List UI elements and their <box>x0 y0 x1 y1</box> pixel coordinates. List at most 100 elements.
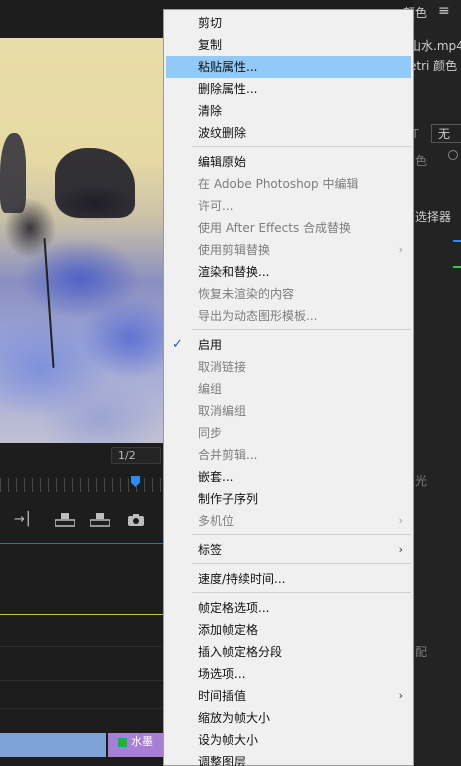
video-tree <box>43 238 55 368</box>
menu-item-label: 许可... <box>198 199 234 213</box>
timeline-top-divider <box>0 543 163 544</box>
menu-item-label: 编组 <box>198 382 223 396</box>
radio-icon[interactable] <box>448 150 458 160</box>
lift-icon[interactable] <box>55 513 75 527</box>
track-divider <box>0 646 163 647</box>
menu-item-label: 清除 <box>198 104 223 118</box>
timeline-clip-selected[interactable]: 水墨 <box>108 733 163 757</box>
menu-item-label: 导出为动态图形模板... <box>198 309 318 323</box>
clip-name: 山水.mp4 <box>409 39 461 53</box>
menu-item[interactable]: 剪切 <box>166 12 411 34</box>
menu-separator <box>192 534 411 535</box>
menu-item[interactable]: 许可... <box>166 195 411 217</box>
menu-item-label: 删除属性... <box>198 82 258 96</box>
menu-item-label: 嵌套... <box>198 470 234 484</box>
menu-item[interactable]: 复制 <box>166 34 411 56</box>
menu-item[interactable]: 嵌套... <box>166 466 411 488</box>
menu-item[interactable]: 使用剪辑替换 › <box>166 239 411 261</box>
menu-separator <box>192 592 411 593</box>
menu-item[interactable]: 制作子序列 <box>166 488 411 510</box>
menu-item-label: 标签 <box>198 543 223 557</box>
menu-item[interactable]: 渲染和替换... <box>166 261 411 283</box>
checkmark-icon: ✓ <box>172 337 183 352</box>
page-counter[interactable]: 1/2 <box>111 447 161 464</box>
submenu-arrow-icon: › <box>398 243 403 256</box>
menu-item-label: 取消编组 <box>198 404 247 418</box>
menu-separator <box>192 146 411 147</box>
menu-item[interactable]: 调整图层 <box>166 751 411 766</box>
menu-item-label: 使用 After Effects 合成替换 <box>198 221 352 235</box>
menu-item-label: 帧定格选项... <box>198 601 270 615</box>
menu-item[interactable]: 添加帧定格 <box>166 619 411 641</box>
menu-item[interactable]: 时间插值 › <box>166 685 411 707</box>
menu-item[interactable]: 导出为动态图形模板... <box>166 305 411 327</box>
menu-item-label: 剪切 <box>198 16 223 30</box>
video-mountain-center <box>55 148 135 218</box>
menu-item-label: 渲染和替换... <box>198 265 270 279</box>
menu-item-label: 波纹删除 <box>198 126 247 140</box>
menu-item[interactable]: 恢复未渲染的内容 <box>166 283 411 305</box>
submenu-arrow-icon: › <box>398 514 403 527</box>
extract-icon[interactable] <box>90 513 110 527</box>
menu-item[interactable]: 速度/持续时间... <box>166 568 411 590</box>
menu-item[interactable]: 删除属性... <box>166 78 411 100</box>
menu-item[interactable]: 取消编组 <box>166 400 411 422</box>
menu-item-label: 同步 <box>198 426 223 440</box>
menu-item-label: 添加帧定格 <box>198 623 259 637</box>
video-mountain-left <box>0 133 26 213</box>
lumetri-label[interactable]: etri 颜色 <box>409 57 457 74</box>
light-label: 光 <box>415 474 428 488</box>
menu-item[interactable]: 帧定格选项... <box>166 597 411 619</box>
menu-item[interactable]: 在 Adobe Photoshop 中编辑 <box>166 173 411 195</box>
menu-item-label: 设为帧大小 <box>198 733 259 747</box>
menu-item-label: 复制 <box>198 38 223 52</box>
menu-item[interactable]: 取消链接 <box>166 356 411 378</box>
menu-item[interactable]: 合并剪辑... <box>166 444 411 466</box>
track-divider <box>0 708 163 709</box>
lut-dropdown[interactable]: 无 <box>431 124 461 143</box>
menu-item-label: 速度/持续时间... <box>198 572 286 586</box>
submenu-arrow-icon: › <box>398 543 403 556</box>
camera-icon[interactable] <box>127 513 145 527</box>
menu-separator <box>192 563 411 564</box>
hamburger-icon[interactable]: ≡ <box>438 3 450 19</box>
menu-item-label: 编辑原始 <box>198 155 247 169</box>
menu-item-label: 使用剪辑替换 <box>198 243 271 257</box>
selector-label: 选择器 <box>415 210 452 224</box>
menu-item-label: 制作子序列 <box>198 492 259 506</box>
menu-item[interactable]: 场选项... <box>166 663 411 685</box>
green-indicator <box>453 266 461 268</box>
menu-item-label: 粘贴属性... <box>198 60 258 74</box>
track-divider <box>0 680 163 681</box>
match-label: 配 <box>415 645 428 659</box>
timeline-clip[interactable] <box>0 733 106 757</box>
menu-item[interactable]: 多机位 › <box>166 510 411 532</box>
color-label: 色 <box>415 154 428 168</box>
menu-item-label: 调整图层 <box>198 755 247 766</box>
program-monitor-video <box>0 38 163 443</box>
menu-item-label: 启用 <box>198 338 223 352</box>
menu-item[interactable]: 粘贴属性... <box>166 56 411 78</box>
menu-item[interactable]: ✓ 启用 <box>166 334 411 356</box>
menu-separator <box>192 329 411 330</box>
menu-item-label: 取消链接 <box>198 360 247 374</box>
menu-item[interactable]: 清除 <box>166 100 411 122</box>
menu-item-label: 时间插值 <box>198 689 247 703</box>
insert-icon[interactable]: →⎮ <box>14 512 32 527</box>
menu-item[interactable]: 编辑原始 <box>166 151 411 173</box>
fx-badge-icon <box>118 737 127 747</box>
menu-item[interactable]: 编组 <box>166 378 411 400</box>
blue-indicator <box>453 240 461 242</box>
submenu-arrow-icon: › <box>398 689 403 702</box>
menu-item[interactable]: 缩放为帧大小 <box>166 707 411 729</box>
menu-item-label: 缩放为帧大小 <box>198 711 271 725</box>
menu-item[interactable]: 设为帧大小 <box>166 729 411 751</box>
context-menu: 剪切复制粘贴属性... 删除属性... 清除波纹删除编辑原始在 Adobe Phot… <box>163 9 414 766</box>
menu-item[interactable]: 同步 <box>166 422 411 444</box>
menu-item[interactable]: 标签 › <box>166 539 411 561</box>
menu-item-label: 多机位 <box>198 514 235 528</box>
menu-item-label: 在 Adobe Photoshop 中编辑 <box>198 177 359 191</box>
menu-item[interactable]: 波纹删除 <box>166 122 411 144</box>
menu-item[interactable]: 插入帧定格分段 <box>166 641 411 663</box>
menu-item[interactable]: 使用 After Effects 合成替换 <box>166 217 411 239</box>
